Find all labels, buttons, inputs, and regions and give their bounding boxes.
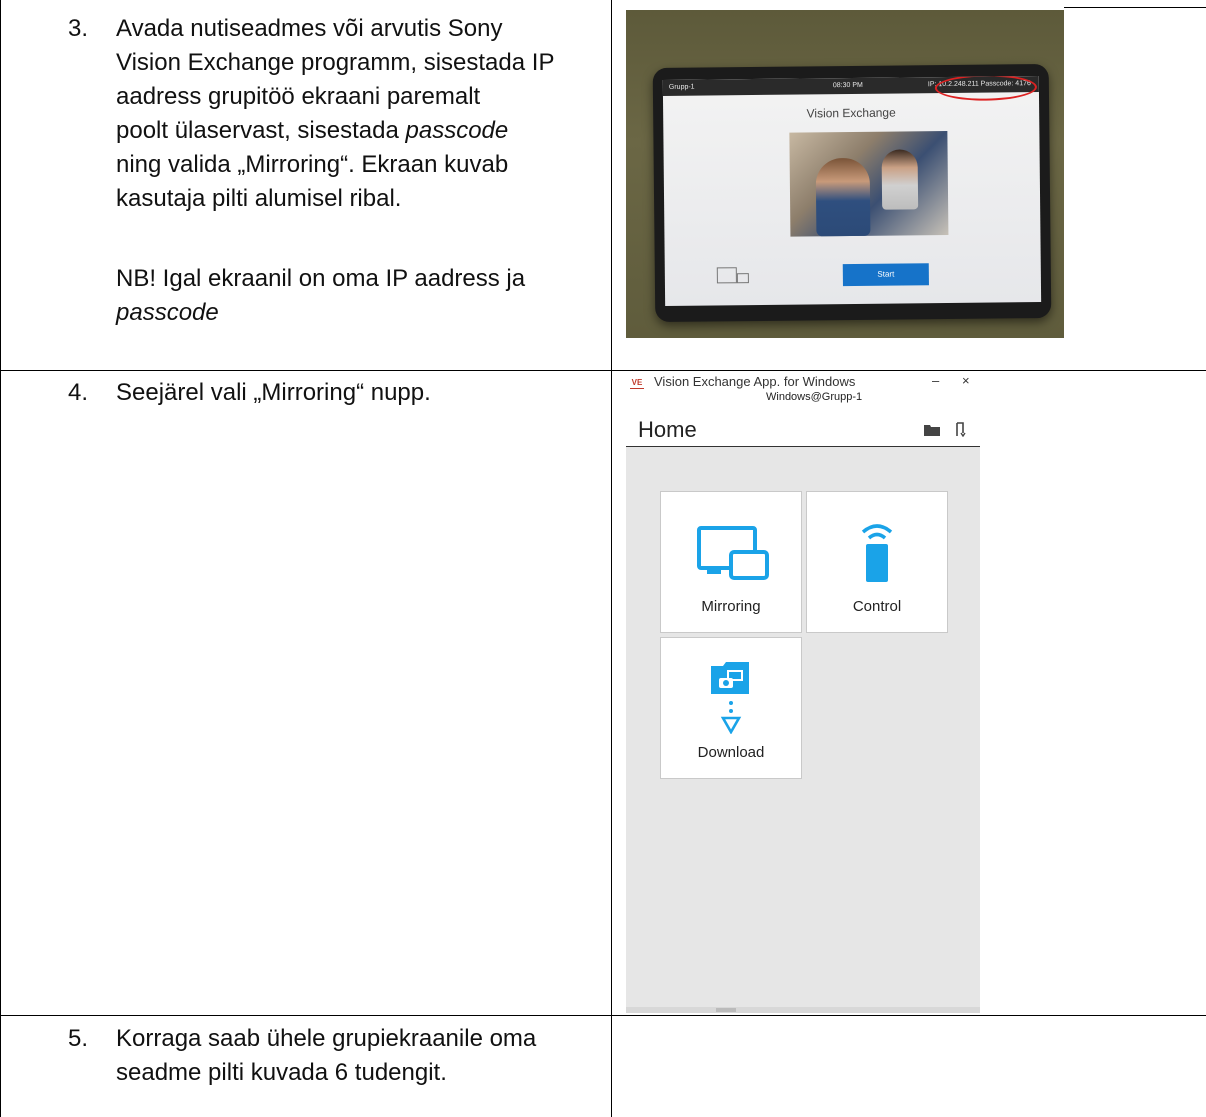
step-text-line: Avada nutiseadmes või arvutis Sony xyxy=(116,15,503,42)
display-app-title: Vision Exchange xyxy=(806,105,896,121)
step-text-line: kasutaja pilti alumisel ribal. xyxy=(116,185,402,212)
step-text-line: aadress grupitöö ekraani paremalt xyxy=(116,83,481,110)
note-text: NB! Igal ekraanil on oma IP aadress ja xyxy=(116,265,526,292)
display-photo: Grupp-1 08:30 PM IP: 10.2.248.211 Passco… xyxy=(626,10,1064,338)
folder-icon[interactable] xyxy=(924,425,940,436)
app-header: Home xyxy=(626,415,980,447)
tile-label: Mirroring xyxy=(701,598,761,615)
display-time: 08:30 PM xyxy=(832,81,863,90)
table-row-divider xyxy=(0,1015,1206,1016)
step-text-line: Seejärel vali „Mirroring“ nupp. xyxy=(116,379,431,406)
devices-icon xyxy=(716,267,751,289)
horizontal-scrollbar[interactable] xyxy=(626,1007,980,1013)
minimize-button[interactable]: – xyxy=(932,373,939,388)
connected-device-name: Windows@Grupp-1 xyxy=(766,391,863,403)
highlight-circle xyxy=(934,76,1038,102)
app-window: VE Vision Exchange App. for Windows Wind… xyxy=(626,373,980,1013)
page-title: Home xyxy=(638,417,697,442)
display-bezel: Grupp-1 08:30 PM IP: 10.2.248.211 Passco… xyxy=(652,63,1052,323)
scrollbar-thumb[interactable] xyxy=(716,1008,736,1012)
app-logo: VE xyxy=(630,378,644,389)
table-border-left xyxy=(0,0,1,1117)
display-screen: Grupp-1 08:30 PM IP: 10.2.248.211 Passco… xyxy=(662,76,1042,306)
mirroring-icon xyxy=(697,526,769,580)
download-icon xyxy=(711,662,749,734)
note-passcode-term: passcode xyxy=(116,299,219,326)
step-text-segment: poolt ülaservast, sisestada xyxy=(116,117,406,144)
step-number: 5. xyxy=(68,1025,89,1052)
display-start-button: Start xyxy=(842,263,929,287)
passcode-term: passcode xyxy=(405,117,509,144)
person-figure xyxy=(815,157,871,237)
close-button[interactable]: × xyxy=(962,373,970,388)
step-text-line: ning valida „Mirroring“. Ekraan kuvab xyxy=(116,151,509,178)
mirroring-tile[interactable]: Mirroring xyxy=(660,491,802,633)
display-group-name: Grupp-1 xyxy=(668,83,695,91)
tile-label: Download xyxy=(697,744,765,761)
disconnect-icon[interactable] xyxy=(954,421,968,437)
table-column-divider xyxy=(611,0,612,1117)
step-text-line: Vision Exchange programm, sisestada IP xyxy=(116,49,555,76)
table-row-divider xyxy=(0,370,1206,371)
step-text-line: seadme pilti kuvada 6 tudengit. xyxy=(116,1059,447,1086)
step-number: 3. xyxy=(68,15,89,42)
control-tile[interactable]: Control xyxy=(806,491,948,633)
remote-control-icon xyxy=(861,524,893,582)
tile-label: Control xyxy=(852,598,902,615)
display-sample-image xyxy=(789,130,949,237)
app-titlebar: VE Vision Exchange App. for Windows Wind… xyxy=(626,373,980,415)
step-text-line: poolt ülaservast, sisestada passcode xyxy=(116,114,508,148)
window-title: Vision Exchange App. for Windows xyxy=(654,374,856,389)
step-text-line: Korraga saab ühele grupiekraanile oma xyxy=(116,1025,537,1052)
table-right-top-line xyxy=(1064,7,1206,8)
step-number: 4. xyxy=(68,379,89,406)
person-figure xyxy=(881,149,919,210)
download-tile[interactable]: Download xyxy=(660,637,802,779)
